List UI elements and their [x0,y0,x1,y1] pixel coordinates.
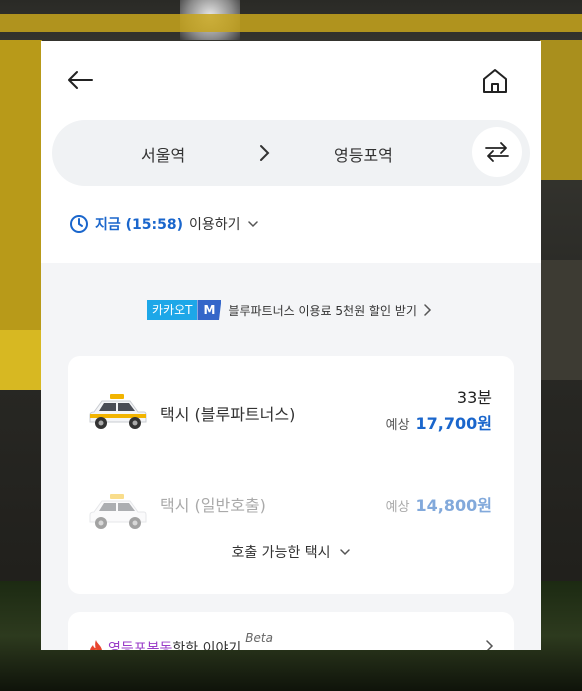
kakao-t-badge: 카카오T [147,300,198,320]
taxi-car-icon [89,494,147,529]
route-selector: 서울역 영등포역 [52,120,530,186]
chevron-down-icon [339,549,350,556]
local-story-card[interactable]: 영등포본동 핫한 이야기 Beta [68,612,514,650]
taxi-option-name: 택시 (일반호출) [160,496,266,515]
price-label: 예상 [385,418,410,433]
local-story-title: 핫한 이야기 [172,641,242,650]
fire-icon [90,640,102,650]
taxi-option-price: 예상 17,700원 [386,410,492,434]
local-story-row: 영등포본동 핫한 이야기 Beta [88,631,273,650]
swap-icon [485,142,509,162]
taxi-option-price: 예상 14,800원 [386,492,492,516]
destination-field[interactable]: 영등포역 [334,142,393,166]
promo-text: 블루파트너스 이용료 5천원 할인 받기 [228,303,417,318]
taxi-car-icon [89,394,147,429]
more-taxis-button[interactable]: 호출 가능한 택시 [68,542,514,562]
beta-badge: Beta [245,631,273,645]
back-button[interactable] [63,63,97,97]
route-header: 서울역 영등포역 지금 (15:58) 이용하기 [41,41,541,263]
home-button[interactable] [477,63,513,99]
clock-icon [70,215,88,233]
taxi-option-blue-partners[interactable]: 택시 (블루파트너스) 33분 예상 17,700원 [68,380,514,440]
price-value: 14,800원 [415,496,492,515]
promo-banner[interactable]: 카카오T M 블루파트너스 이용료 5천원 할인 받기 [147,300,432,320]
taxi-options-card: 택시 (블루파트너스) 33분 예상 17,700원 택시 (일반호출) 예상 14… [68,356,514,594]
chevron-right-icon [424,304,431,316]
chevron-right-icon [260,145,270,161]
local-story-area: 영등포본동 [108,641,173,650]
membership-badge: M [197,300,222,320]
taxi-option-eta: 33분 [456,388,492,407]
more-taxis-label: 호출 가능한 택시 [231,545,331,561]
chevron-right-icon [486,640,494,650]
origin-field[interactable]: 서울역 [141,142,185,166]
time-use-label: 이용하기 [189,217,241,233]
price-value: 17,700원 [415,414,492,433]
swap-button[interactable] [472,127,522,177]
route-panel: 서울역 영등포역 지금 (15:58) 이용하기 카카오T M 블루파트너스 이… [41,41,541,650]
home-icon [483,69,507,93]
price-label: 예상 [385,500,410,515]
departure-time-selector[interactable]: 지금 (15:58) 이용하기 [69,214,259,234]
back-arrow-icon [68,71,93,89]
taxi-option-general[interactable]: 택시 (일반호출) 예상 14,800원 [68,480,514,540]
taxi-option-name: 택시 (블루파트너스) [160,405,296,424]
chevron-down-icon [247,221,258,228]
time-now-label: 지금 (15:58) [95,217,183,233]
